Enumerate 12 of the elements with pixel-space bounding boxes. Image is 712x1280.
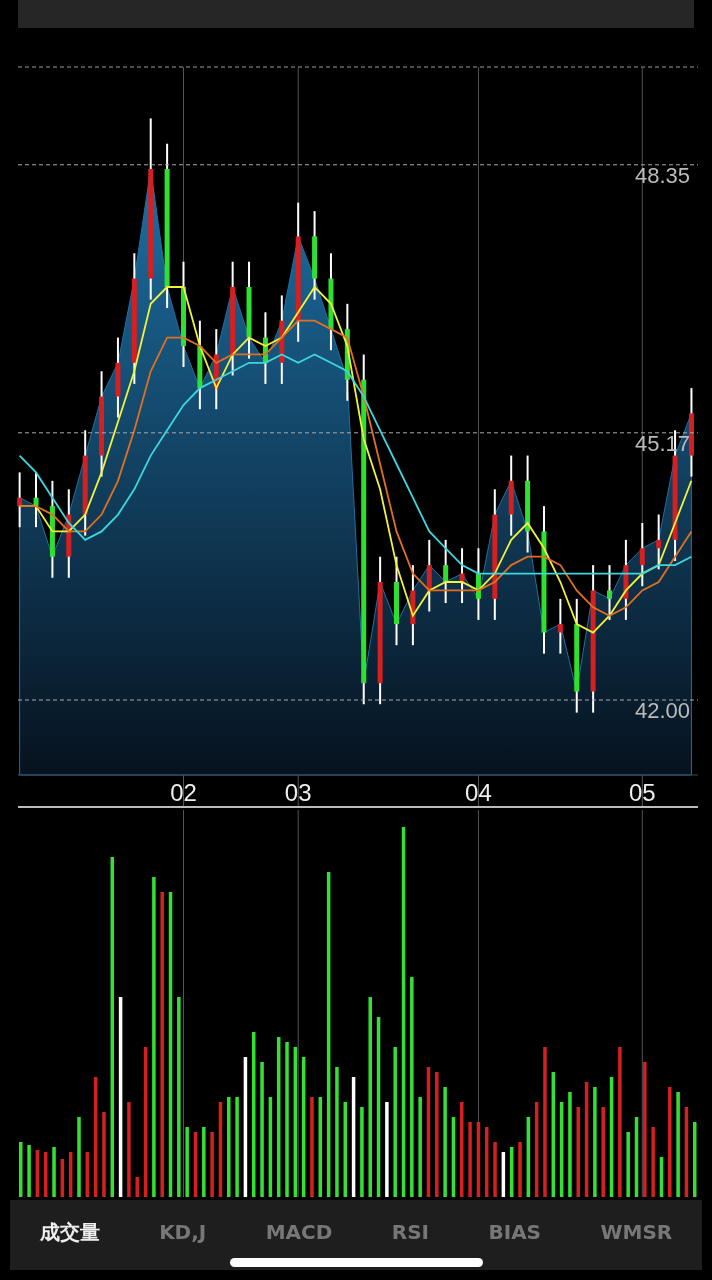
axis-label: 02 [170,779,197,806]
indicator-tab[interactable]: MACD [261,1214,337,1250]
axis-label: 42.00 [634,698,690,724]
indicator-tab[interactable]: RSI [387,1214,434,1250]
axis-label: 48.35 [634,163,690,189]
axis-label: 04 [465,779,492,806]
indicator-tab[interactable]: BIAS [484,1214,546,1250]
indicator-tab[interactable]: 成交量 [35,1212,104,1252]
axis-label: 05 [628,779,656,806]
indicator-tab[interactable]: KD,J [155,1214,211,1250]
axis-label: 03 [284,779,312,806]
indicator-tab[interactable]: WMSR [596,1214,677,1250]
